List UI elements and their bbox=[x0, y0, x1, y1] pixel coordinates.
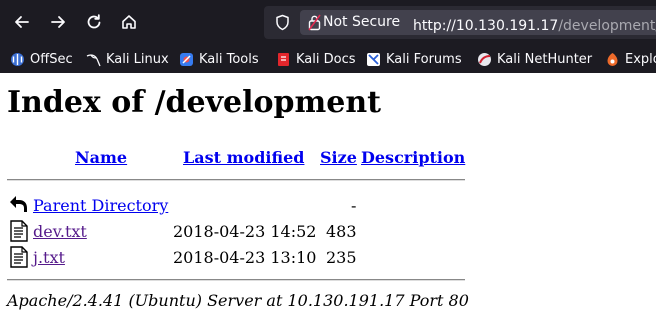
url-path: /development/ bbox=[558, 18, 656, 34]
row-size: 235 bbox=[326, 248, 357, 267]
reload-button[interactable] bbox=[80, 8, 108, 36]
bookmark-kali-tools[interactable]: Kali Tools bbox=[179, 49, 259, 69]
back-button[interactable] bbox=[8, 8, 36, 36]
row-last-modified: 2018-04-23 13:10 bbox=[173, 248, 317, 267]
bookmark-label: Kali Linux bbox=[106, 51, 169, 67]
bookmark-label: Kali NetHunter bbox=[497, 51, 593, 67]
bookmark-exploit-db[interactable]: Explo bbox=[605, 49, 656, 69]
offsec-icon bbox=[11, 52, 24, 66]
url-host: http://10.130.191.17 bbox=[413, 18, 559, 34]
server-signature: Apache/2.4.41 (Ubuntu) Server at 10.130.… bbox=[7, 291, 469, 310]
column-header-last-modified[interactable]: Last modified bbox=[183, 148, 304, 167]
bookmark-label: Kali Forums bbox=[386, 51, 462, 67]
kali-docs-icon bbox=[278, 52, 289, 66]
column-header-description[interactable]: Description bbox=[361, 148, 465, 167]
home-icon bbox=[122, 15, 136, 29]
tracking-protection-shield-icon[interactable] bbox=[274, 14, 291, 31]
browser-toolbar: Not Secure http://10.130.191.17/developm… bbox=[0, 0, 656, 45]
address-bar[interactable]: Not Secure http://10.130.191.17/developm… bbox=[264, 6, 656, 39]
bookmark-offsec[interactable]: OffSec bbox=[10, 49, 73, 69]
bookmark-kali-linux[interactable]: Kali Linux bbox=[86, 49, 169, 69]
site-security-info[interactable]: Not Secure http://10.130.191.17/developm… bbox=[300, 10, 656, 35]
not-secure-label: Not Secure bbox=[323, 14, 401, 30]
bookmark-kali-docs[interactable]: Kali Docs bbox=[276, 49, 356, 69]
column-header-name[interactable]: Name bbox=[75, 148, 127, 167]
reload-icon bbox=[87, 14, 101, 29]
bookmark-label: Explo bbox=[625, 51, 656, 67]
forward-button[interactable] bbox=[44, 8, 72, 36]
file-link-dev-txt[interactable]: dev.txt bbox=[33, 222, 87, 241]
text-file-icon bbox=[10, 246, 28, 268]
bookmark-label: Kali Tools bbox=[199, 51, 259, 67]
bookmark-label: Kali Docs bbox=[296, 51, 356, 67]
back-arrow-icon bbox=[10, 196, 27, 212]
file-link-j-txt[interactable]: j.txt bbox=[33, 248, 65, 267]
footer-divider bbox=[7, 279, 465, 281]
back-arrow-icon bbox=[15, 16, 29, 28]
bookmark-label: OffSec bbox=[30, 51, 73, 67]
exploit-db-icon bbox=[607, 52, 618, 66]
bookmark-kali-forums[interactable]: Kali Forums bbox=[366, 49, 462, 69]
row-size: 483 bbox=[326, 222, 357, 241]
kali-tools-icon bbox=[180, 52, 193, 66]
forward-arrow-icon bbox=[51, 16, 65, 28]
parent-directory-link[interactable]: Parent Directory bbox=[33, 196, 168, 215]
insecure-lock-icon bbox=[308, 14, 321, 31]
bookmarks-toolbar: OffSec Kali Linux Kali Tools Kali Docs K… bbox=[0, 45, 656, 73]
row-size: - bbox=[351, 196, 357, 215]
text-file-icon bbox=[10, 220, 28, 242]
row-last-modified: 2018-04-23 14:52 bbox=[173, 222, 317, 241]
nethunter-icon bbox=[478, 52, 491, 66]
header-divider bbox=[7, 179, 465, 181]
bookmark-kali-nethunter[interactable]: Kali NetHunter bbox=[477, 49, 592, 69]
page-title: Index of /development bbox=[7, 85, 382, 120]
kali-dragon-icon bbox=[86, 53, 101, 66]
kali-forums-icon bbox=[367, 52, 380, 66]
directory-listing-page: Index of /development Name Last modified… bbox=[0, 73, 656, 317]
column-header-size[interactable]: Size bbox=[320, 148, 357, 167]
home-button[interactable] bbox=[115, 8, 143, 36]
url-text[interactable]: http://10.130.191.17/development/ bbox=[413, 18, 656, 34]
